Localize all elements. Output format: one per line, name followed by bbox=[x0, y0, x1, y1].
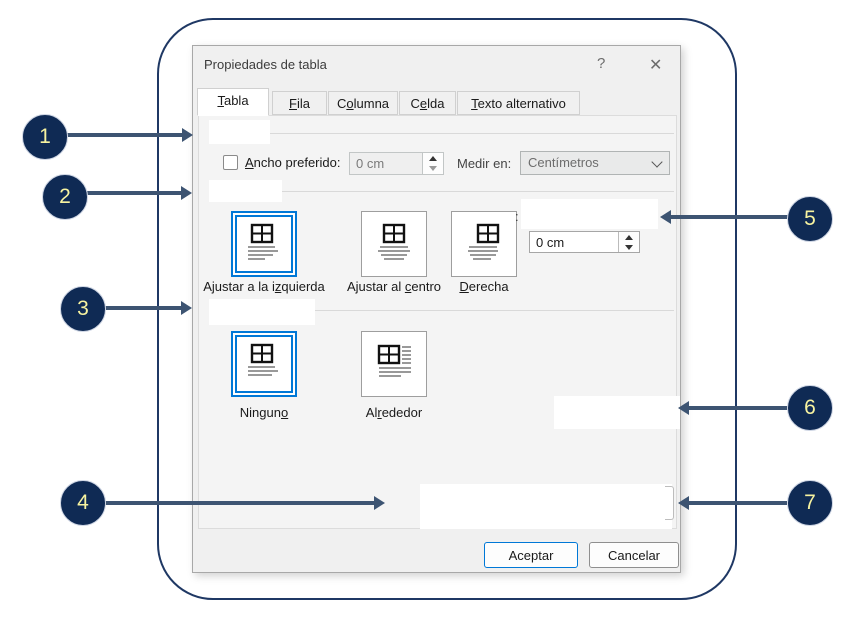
tab-tabla[interactable]: Tabla bbox=[197, 88, 269, 116]
preferred-width-value[interactable]: 0 cm bbox=[350, 153, 422, 174]
group-separator bbox=[209, 133, 674, 134]
callout-4-arrow bbox=[104, 501, 374, 505]
covered-label-wrapping-group bbox=[209, 299, 315, 325]
preferred-width-checkbox[interactable] bbox=[223, 155, 238, 170]
table-align-center-icon bbox=[371, 222, 417, 266]
table-align-left-icon bbox=[241, 222, 287, 266]
indent-value[interactable]: 0 cm bbox=[530, 232, 618, 252]
measure-in-label: Medir en: bbox=[457, 156, 511, 171]
callout-5-badge: 5 bbox=[787, 196, 833, 242]
annotated-screenshot: Propiedades de tabla ? ✕ Tabla Fila Colu… bbox=[0, 0, 861, 622]
wrap-around-option[interactable] bbox=[361, 331, 427, 397]
covered-button-edge bbox=[665, 486, 674, 520]
table-properties-dialog: Propiedades de tabla ? ✕ Tabla Fila Colu… bbox=[192, 45, 681, 573]
align-left-label: Ajustar a la izquierda bbox=[203, 279, 325, 294]
table-align-right-icon bbox=[461, 222, 507, 266]
wrap-none-icon bbox=[241, 342, 287, 386]
align-center-label: Ajustar al centro bbox=[347, 279, 441, 294]
callout-1-arrowhead-icon bbox=[182, 128, 193, 142]
callout-7-badge: 7 bbox=[787, 480, 833, 526]
wrap-around-label: Alrededor bbox=[366, 405, 422, 420]
tab-fila[interactable]: Fila bbox=[272, 91, 327, 115]
callout-5-arrow bbox=[671, 215, 788, 219]
cancel-button[interactable]: Cancelar bbox=[589, 542, 679, 568]
callout-7-arrow bbox=[689, 501, 787, 505]
covered-label-alignment-group bbox=[209, 180, 282, 202]
covered-position-button bbox=[554, 396, 680, 429]
preferred-width-spinner[interactable]: 0 cm bbox=[349, 152, 444, 175]
callout-6-arrow bbox=[689, 406, 788, 410]
covered-label-indent bbox=[521, 199, 658, 229]
spin-down-icon[interactable] bbox=[423, 164, 443, 175]
callout-3-arrowhead-icon bbox=[181, 301, 192, 315]
covered-label-size-group bbox=[209, 120, 270, 144]
callout-6-badge: 6 bbox=[787, 385, 833, 431]
measure-unit-value: Centímetros bbox=[521, 152, 645, 174]
tab-texto-alternativo[interactable]: Texto alternativo bbox=[457, 91, 580, 115]
wrap-around-icon bbox=[371, 342, 417, 386]
spin-down-icon[interactable] bbox=[619, 242, 639, 252]
wrap-none-option[interactable] bbox=[231, 331, 297, 397]
callout-7-arrowhead-icon bbox=[678, 496, 689, 510]
callout-4-arrowhead-icon bbox=[374, 496, 385, 510]
wrap-none-label: Ninguno bbox=[240, 405, 288, 420]
spin-up-icon[interactable] bbox=[423, 153, 443, 164]
indent-label-remnant: : bbox=[515, 209, 519, 224]
callout-2-arrowhead-icon bbox=[181, 186, 192, 200]
dialog-title: Propiedades de tabla bbox=[204, 57, 327, 72]
callout-3-badge: 3 bbox=[60, 286, 106, 332]
tab-celda[interactable]: Celda bbox=[399, 91, 456, 115]
callout-5-arrowhead-icon bbox=[660, 210, 671, 224]
align-center-option[interactable] bbox=[361, 211, 427, 277]
measure-unit-dropdown[interactable]: Centímetros bbox=[520, 151, 670, 175]
spin-up-icon[interactable] bbox=[619, 232, 639, 242]
help-icon[interactable]: ? bbox=[597, 55, 605, 72]
callout-4-badge: 4 bbox=[60, 480, 106, 526]
tab-page-tabla: Ancho preferido: 0 cm Medir en: Centímet… bbox=[198, 115, 677, 529]
callout-2-arrow bbox=[86, 191, 181, 195]
callout-1-badge: 1 bbox=[22, 114, 68, 160]
callout-1-arrow bbox=[64, 133, 182, 137]
callout-6-arrowhead-icon bbox=[678, 401, 689, 415]
chevron-down-icon[interactable] bbox=[645, 152, 669, 174]
align-right-option[interactable] bbox=[451, 211, 517, 277]
indent-spinner[interactable]: 0 cm bbox=[529, 231, 640, 253]
callout-2-badge: 2 bbox=[42, 174, 88, 220]
accept-button[interactable]: Aceptar bbox=[484, 542, 578, 568]
close-icon[interactable]: ✕ bbox=[649, 55, 662, 75]
covered-bottom-buttons bbox=[420, 484, 672, 529]
align-right-label: Derecha bbox=[459, 279, 508, 294]
preferred-width-label[interactable]: Ancho preferido: bbox=[245, 155, 341, 170]
callout-3-arrow bbox=[104, 306, 181, 310]
align-left-option[interactable] bbox=[231, 211, 297, 277]
tab-columna[interactable]: Columna bbox=[328, 91, 398, 115]
